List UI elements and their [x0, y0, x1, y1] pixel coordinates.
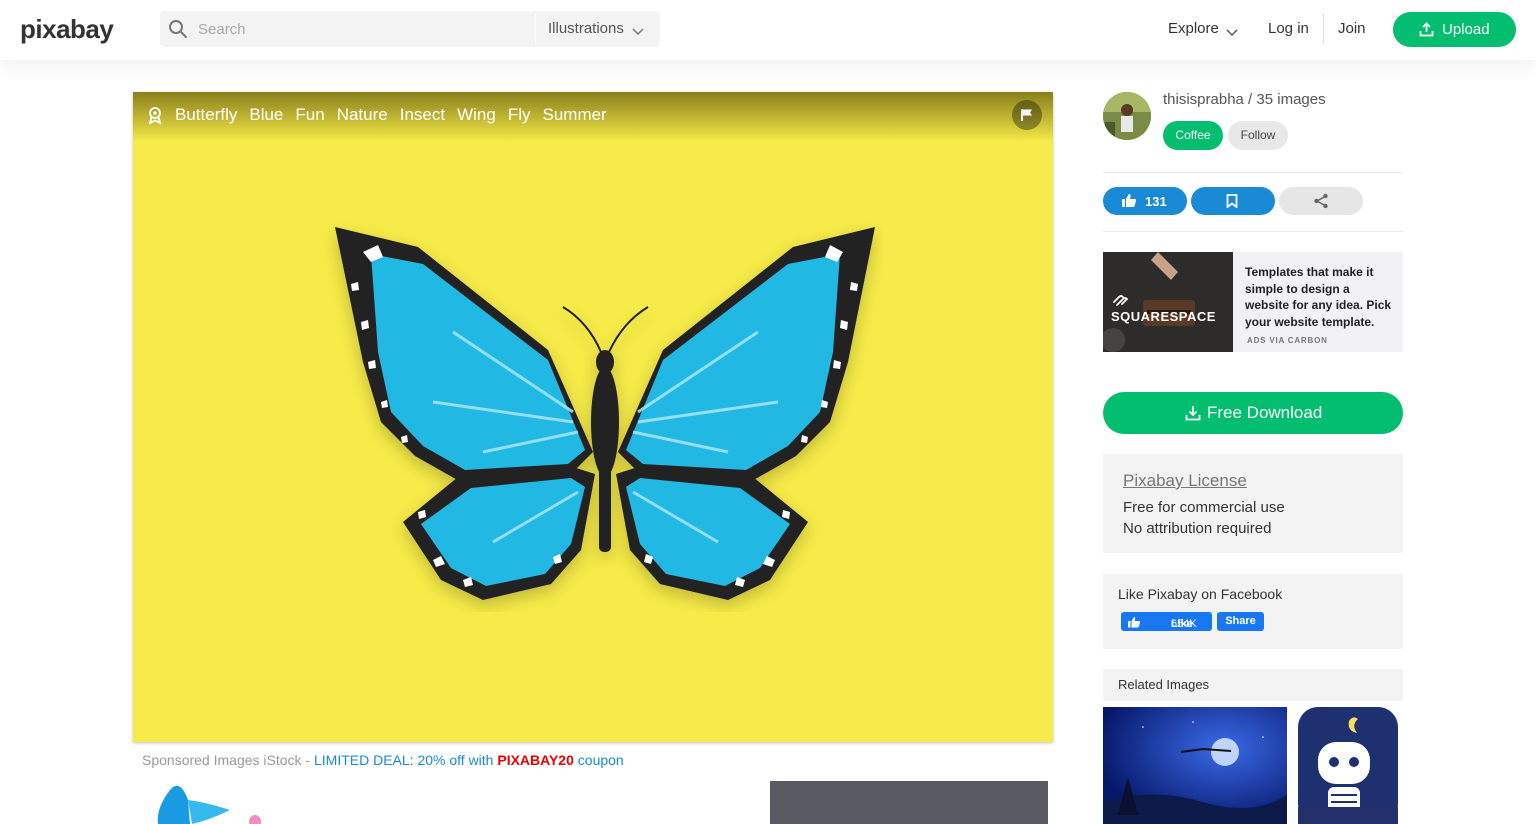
chevron-down-icon[interactable] — [1226, 24, 1238, 42]
download-label: Free Download — [1207, 403, 1323, 422]
coupon-code[interactable]: PIXABAY20 — [497, 752, 574, 768]
save-button[interactable] — [1191, 187, 1275, 215]
squarespace-logo-icon — [1113, 295, 1129, 306]
sponsored-prefix: Sponsored Images iStock - — [142, 752, 314, 768]
thumbs-up-icon — [1122, 194, 1137, 207]
bookmark-icon — [1226, 194, 1238, 208]
ad-image[interactable]: SQUARESPACE — [1103, 252, 1233, 352]
ad-brand-label: SQUARESPACE — [1111, 309, 1216, 324]
pixabay-logo[interactable]: pixabay — [20, 14, 114, 45]
tag-link[interactable]: Blue — [249, 105, 283, 125]
squarespace-brand: SQUARESPACE — [1111, 294, 1233, 324]
facebook-like-button[interactable]: Like 654K — [1121, 612, 1212, 631]
upload-label: Upload — [1442, 21, 1490, 38]
report-flag-button[interactable] — [1012, 100, 1042, 130]
tag-link[interactable]: Nature — [337, 105, 388, 125]
thumbs-up-icon — [1128, 617, 1140, 628]
coffee-button[interactable]: Coffee — [1163, 121, 1223, 150]
tag-link[interactable]: Butterfly — [175, 105, 237, 125]
carbon-ad[interactable]: SQUARESPACE Templates that make it simpl… — [1103, 252, 1403, 352]
nav-divider — [1323, 14, 1324, 44]
license-line-attribution: No attribution required — [1123, 520, 1272, 537]
divider — [1103, 172, 1403, 173]
author-avatar[interactable] — [1103, 92, 1151, 140]
ads-via-carbon[interactable]: ADS VIA CARBON — [1247, 336, 1328, 345]
facebook-like-count: 654K — [1171, 618, 1197, 630]
search-input[interactable] — [198, 15, 528, 43]
related-image-skeleton[interactable] — [1293, 707, 1403, 824]
follow-button[interactable]: Follow — [1228, 121, 1288, 150]
chevron-down-icon[interactable] — [632, 23, 644, 41]
login-link[interactable]: Log in — [1268, 20, 1309, 37]
author-name-link[interactable]: thisisprabha — [1163, 91, 1244, 108]
tag-list: Butterfly Blue Fun Nature Insect Wing Fl… — [175, 105, 619, 125]
sponsored-image-thumbnail[interactable] — [150, 780, 270, 824]
search-divider — [535, 14, 536, 44]
license-link[interactable]: Pixabay License — [1123, 471, 1247, 491]
author-separator: / — [1243, 91, 1257, 108]
download-icon — [1185, 406, 1201, 421]
tag-link[interactable]: Fly — [508, 105, 531, 125]
main-illustration[interactable]: Butterfly Blue Fun Nature Insect Wing Fl… — [133, 92, 1053, 742]
tag-link[interactable]: Wing — [457, 105, 496, 125]
share-button[interactable] — [1279, 187, 1363, 215]
upload-icon — [1419, 22, 1434, 41]
upload-button[interactable]: Upload — [1393, 12, 1516, 47]
author-images-link[interactable]: 35 images — [1256, 91, 1325, 108]
related-images-header: Related Images — [1103, 669, 1403, 701]
deal-link[interactable]: LIMITED DEAL: 20% off with — [314, 752, 497, 768]
facebook-box: Like Pixabay on Facebook Like 654K Share — [1103, 574, 1403, 649]
top-navigation-bar: pixabay Illustrations Explore Log in Joi… — [0, 0, 1536, 60]
search-bar: Illustrations — [160, 11, 660, 47]
butterfly-artwork — [335, 227, 875, 600]
facebook-share-button[interactable]: Share — [1217, 612, 1264, 631]
like-button[interactable]: 131 — [1103, 187, 1187, 215]
divider — [1103, 231, 1403, 232]
coupon-link[interactable]: coupon — [574, 752, 624, 768]
free-download-button[interactable]: Free Download — [1103, 392, 1403, 434]
author-info: thisisprabha / 35 images — [1163, 91, 1326, 108]
sponsored-line: Sponsored Images iStock - LIMITED DEAL: … — [142, 752, 624, 768]
explore-menu[interactable]: Explore — [1168, 20, 1219, 37]
share-icon — [1314, 193, 1328, 209]
tag-link[interactable]: Fun — [295, 105, 324, 125]
award-icon — [147, 107, 163, 130]
related-images-title: Related Images — [1118, 677, 1210, 692]
license-box: Pixabay License Free for commercial use … — [1103, 454, 1403, 553]
tag-link[interactable]: Insect — [400, 105, 445, 125]
like-count: 131 — [1145, 194, 1167, 209]
search-type-select[interactable]: Illustrations — [548, 20, 624, 37]
license-line-commercial: Free for commercial use — [1123, 499, 1285, 516]
tag-bar: Butterfly Blue Fun Nature Insect Wing Fl… — [133, 92, 1053, 142]
join-link[interactable]: Join — [1338, 20, 1366, 37]
facebook-title: Like Pixabay on Facebook — [1118, 586, 1283, 602]
tag-link[interactable]: Summer — [542, 105, 606, 125]
search-icon[interactable] — [168, 19, 188, 44]
flag-icon — [1021, 109, 1032, 121]
ad-text[interactable]: Templates that make it simple to design … — [1245, 264, 1395, 330]
related-image-night-santa[interactable] — [1103, 707, 1287, 824]
sponsored-image-thumbnail[interactable] — [770, 781, 1048, 824]
